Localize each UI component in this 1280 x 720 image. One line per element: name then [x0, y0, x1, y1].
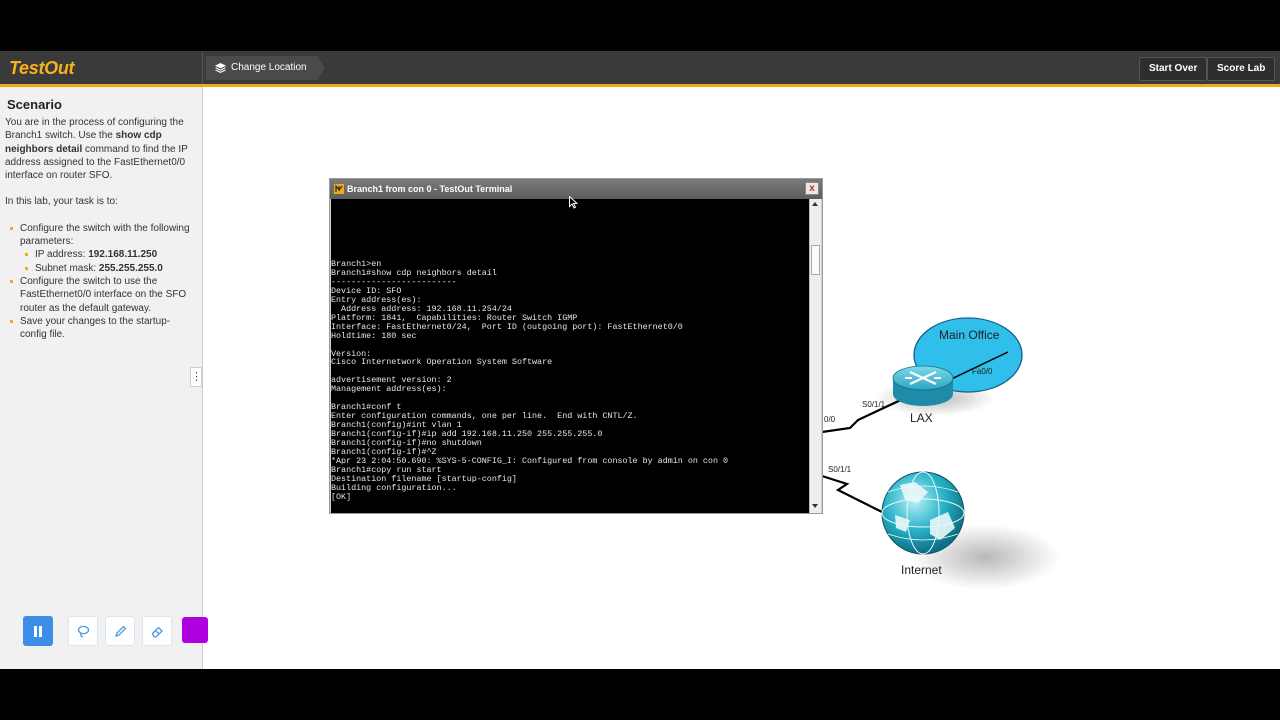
mouse-cursor-icon [569, 196, 578, 209]
ip-value: 192.168.11.250 [88, 249, 158, 261]
pencil-icon [114, 625, 126, 637]
task-intro: In this lab, your task is to: [5, 196, 118, 208]
divider [202, 51, 203, 84]
internet-label: Internet [901, 563, 942, 577]
parameter-item: Subnet mask: 255.255.255.0 [25, 262, 195, 275]
change-location-label: Change Location [231, 62, 307, 73]
lasso-tool-button[interactable] [68, 616, 98, 646]
scenario-intro: You are in the process of configuring th… [5, 116, 195, 182]
lab-window: TestOut Change Location Start Over Score… [0, 51, 1280, 669]
scroll-thumb[interactable] [811, 245, 820, 275]
lax-router-icon[interactable] [892, 365, 954, 406]
top-bar: TestOut Change Location Start Over Score… [0, 51, 1280, 87]
lasso-icon [77, 625, 89, 638]
partial-serial-label: 0/0 [824, 415, 836, 424]
task-item: Save your changes to the startup-config … [10, 315, 195, 342]
scroll-down-arrow[interactable] [812, 504, 818, 508]
layers-icon [215, 63, 226, 73]
ip-label: IP address: [35, 249, 89, 261]
terminal-scrollbar[interactable] [809, 199, 821, 513]
terminal-app-icon [334, 184, 344, 194]
task-1-text: Configure the switch with the following … [20, 222, 190, 248]
start-over-button[interactable]: Start Over [1139, 57, 1208, 81]
panel-resize-handle[interactable]: ⋮ [190, 367, 202, 387]
scenario-title: Scenario [7, 97, 62, 112]
lax-serial-label: S0/1/1 [862, 400, 886, 409]
eraser-icon [151, 626, 163, 638]
score-lab-button[interactable]: Score Lab [1207, 57, 1276, 81]
change-location-button[interactable]: Change Location [206, 56, 325, 80]
testout-logo: TestOut [9, 58, 75, 78]
lax-label: LAX [910, 411, 933, 425]
task-item: Configure the switch to use the FastEthe… [10, 275, 195, 315]
main-office-label: Main Office [939, 328, 1000, 342]
serial-link-internet [821, 474, 891, 517]
scroll-up-arrow[interactable] [812, 202, 818, 206]
fa-port-label: Fa0/0 [972, 367, 993, 376]
terminal-title: Branch1 from con 0 - TestOut Terminal [347, 184, 513, 194]
scenario-text: You are in the process of configuring th… [5, 116, 195, 341]
close-icon[interactable]: x [805, 182, 819, 195]
internet-serial-label: S0/1/1 [828, 465, 852, 474]
task-item: Configure the switch with the following … [10, 222, 195, 275]
terminal-window[interactable]: Branch1 from con 0 - TestOut Terminal x … [329, 178, 823, 514]
terminal-output: Branch1>en Branch1#show cdp neighbors de… [331, 259, 729, 502]
terminal-screen[interactable]: Branch1>en Branch1#show cdp neighbors de… [331, 199, 809, 513]
task-list: Configure the switch with the following … [5, 222, 195, 342]
eraser-tool-button[interactable] [142, 616, 172, 646]
pause-icon [34, 625, 42, 637]
pause-button[interactable] [23, 616, 53, 646]
scenario-panel: Scenario You are in the process of confi… [0, 87, 208, 669]
mask-label: Subnet mask: [35, 262, 99, 274]
internet-globe-icon[interactable] [881, 471, 965, 555]
parameter-list: IP address: 192.168.11.250 Subnet mask: … [20, 248, 195, 275]
pencil-tool-button[interactable] [105, 616, 135, 646]
mask-value: 255.255.255.0 [98, 262, 163, 274]
parameter-item: IP address: 192.168.11.250 [25, 248, 195, 261]
